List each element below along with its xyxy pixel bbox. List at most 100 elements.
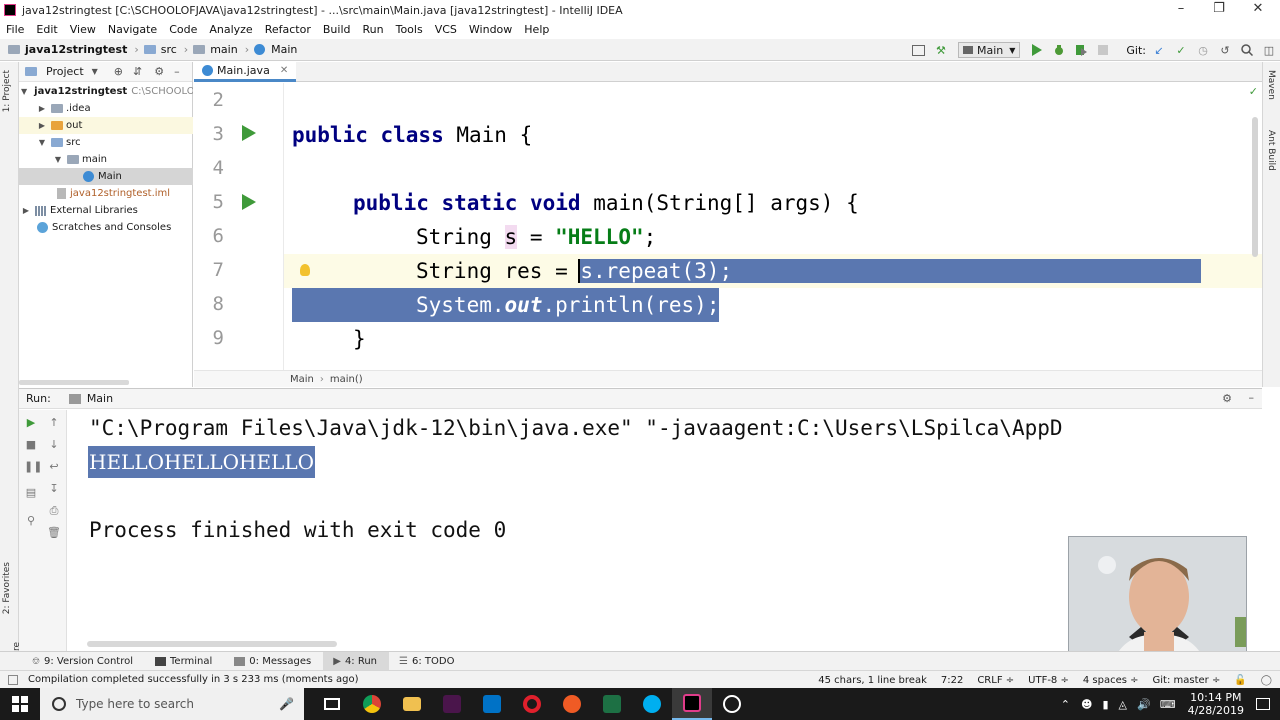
taskbar-opera[interactable] xyxy=(512,688,552,720)
scroll-to-end-icon[interactable]: ↧ xyxy=(47,482,61,496)
chevron-right-icon[interactable]: ▶ xyxy=(21,206,31,215)
run-main-icon[interactable] xyxy=(242,194,256,210)
status-indent[interactable]: 4 spaces ÷ xyxy=(1083,675,1139,686)
breadcrumb-method[interactable]: main() xyxy=(330,374,363,385)
pause-icon[interactable]: ❚❚ xyxy=(24,460,42,474)
menu-code[interactable]: Code xyxy=(163,23,203,36)
editor-scrollbar[interactable] xyxy=(1252,117,1258,257)
tab-ant-build[interactable]: Ant Build xyxy=(1266,130,1276,171)
taskbar-app[interactable] xyxy=(712,688,752,720)
menu-file[interactable]: File xyxy=(0,23,30,36)
menu-refactor[interactable]: Refactor xyxy=(259,23,317,36)
menu-view[interactable]: View xyxy=(64,23,102,36)
breadcrumb-main[interactable]: main xyxy=(208,43,239,56)
lightbulb-icon[interactable] xyxy=(300,264,310,276)
taskbar-intellij[interactable] xyxy=(672,688,712,720)
run-icon[interactable] xyxy=(1029,42,1045,58)
breadcrumb-main-class[interactable]: Main xyxy=(269,43,299,56)
coverage-icon[interactable] xyxy=(1073,42,1089,58)
chevron-down-icon[interactable]: ▼ xyxy=(37,138,47,147)
tree-item-out[interactable]: ▶ out xyxy=(19,117,193,134)
tab-version-control[interactable]: ⎊ 9: Version Control xyxy=(22,652,145,671)
restore-layout-icon[interactable]: ▤ xyxy=(24,486,38,500)
menu-run[interactable]: Run xyxy=(357,23,390,36)
trash-icon[interactable]: 🗑 xyxy=(47,526,61,540)
breadcrumb-class[interactable]: Main xyxy=(290,374,314,385)
taskbar-clock[interactable]: 10:14 PM 4/28/2019 xyxy=(1188,691,1244,717)
code-editor[interactable]: 2 3 4 5 6 7 8 9 public class Main { publ… xyxy=(194,83,1262,370)
hide-icon[interactable]: – xyxy=(174,65,180,78)
tree-item-external-libraries[interactable]: ▶ External Libraries xyxy=(19,202,193,219)
menu-tools[interactable]: Tools xyxy=(390,23,429,36)
chevron-down-icon[interactable]: ▼ xyxy=(92,67,98,76)
tree-item-main-class[interactable]: Main xyxy=(19,168,193,185)
taskbar-slack[interactable] xyxy=(432,688,472,720)
tree-item-scratches[interactable]: Scratches and Consoles xyxy=(19,219,193,236)
taskbar-postman[interactable] xyxy=(552,688,592,720)
inspector-icon[interactable]: ◯ xyxy=(1261,675,1272,686)
taskbar-skype[interactable] xyxy=(632,688,672,720)
tab-project[interactable]: 1: Project xyxy=(2,70,12,112)
status-git-branch[interactable]: Git: master ÷ xyxy=(1153,675,1221,686)
locate-icon[interactable]: ⊕ xyxy=(114,65,123,78)
down-arrow-icon[interactable]: ↓ xyxy=(47,438,61,452)
debug-icon[interactable] xyxy=(1051,42,1067,58)
tab-main-java[interactable]: Main.java ✕ xyxy=(194,62,297,82)
chevron-right-icon[interactable]: ▶ xyxy=(37,104,47,113)
tab-todo[interactable]: ☰ 6: TODO xyxy=(389,652,466,671)
battery-icon[interactable]: ▮ xyxy=(1102,698,1108,711)
collapse-all-icon[interactable]: ⇵ xyxy=(133,65,142,78)
people-icon[interactable]: ☻ xyxy=(1081,698,1092,711)
status-cursor-position[interactable]: 7:22 xyxy=(941,675,963,686)
gear-icon[interactable]: ⚙ xyxy=(154,65,164,78)
status-message[interactable]: Compilation completed successfully in 3 … xyxy=(28,674,359,685)
menu-edit[interactable]: Edit xyxy=(30,23,63,36)
menu-build[interactable]: Build xyxy=(317,23,357,36)
expand-icon[interactable]: ◫ xyxy=(1261,42,1277,58)
tool-window-icon[interactable] xyxy=(8,674,18,685)
menu-navigate[interactable]: Navigate xyxy=(102,23,163,36)
notifications-icon[interactable] xyxy=(1256,698,1270,710)
minimize-button[interactable]: – xyxy=(1162,0,1200,20)
project-scrollbar[interactable] xyxy=(19,380,129,385)
git-commit-icon[interactable]: ✓ xyxy=(1173,42,1189,58)
volume-icon[interactable]: 🔊 xyxy=(1137,698,1151,711)
task-view-button[interactable] xyxy=(312,688,352,720)
tree-item-project-root[interactable]: ▼ java12stringtest C:\SCHOOLOFJAVA xyxy=(19,83,193,100)
tree-item-iml[interactable]: java12stringtest.iml xyxy=(19,185,193,202)
run-config-select[interactable]: Main ▼ xyxy=(957,42,1021,58)
chevron-right-icon[interactable]: ▶ xyxy=(37,121,47,130)
status-line-separator[interactable]: CRLF ÷ xyxy=(977,675,1014,686)
maximize-button[interactable]: ❐ xyxy=(1200,0,1238,20)
chevron-down-icon[interactable]: ▼ xyxy=(21,87,27,96)
language-icon[interactable]: ⌨ xyxy=(1160,698,1176,711)
tab-favorites[interactable]: 2: Favorites xyxy=(2,562,12,614)
windows-start-button[interactable] xyxy=(0,688,40,720)
tree-item-idea[interactable]: ▶ .idea xyxy=(19,100,193,117)
chevron-up-icon[interactable]: ⌃ xyxy=(1061,698,1070,711)
project-view-select[interactable]: Project xyxy=(46,65,84,78)
lock-icon[interactable]: 🔓 xyxy=(1234,675,1246,686)
chevron-down-icon[interactable]: ▼ xyxy=(53,155,63,164)
gear-icon[interactable]: ⚙ xyxy=(1222,392,1232,405)
git-update-icon[interactable]: ↙ xyxy=(1151,42,1167,58)
breadcrumb-project[interactable]: java12stringtest xyxy=(23,43,129,56)
soft-wrap-icon[interactable]: ↩ xyxy=(47,460,61,474)
tab-terminal[interactable]: Terminal xyxy=(145,652,224,671)
pin-icon[interactable]: ⚲ xyxy=(24,514,38,528)
search-icon[interactable] xyxy=(1239,42,1255,58)
tree-item-src[interactable]: ▼ src xyxy=(19,134,193,151)
print-icon[interactable]: ⎙ xyxy=(47,504,61,518)
close-button[interactable]: ✕ xyxy=(1239,0,1277,20)
hide-icon[interactable]: – xyxy=(1249,391,1255,404)
status-encoding[interactable]: UTF-8 ÷ xyxy=(1028,675,1069,686)
rerun-icon[interactable]: ▶ xyxy=(24,416,38,430)
menu-analyze[interactable]: Analyze xyxy=(203,23,258,36)
taskbar-search[interactable]: Type here to search 🎤 xyxy=(40,688,304,720)
run-tab-main[interactable]: Main xyxy=(87,392,113,405)
breadcrumb-src[interactable]: src xyxy=(159,43,179,56)
stop-icon[interactable]: ■ xyxy=(24,438,38,452)
menu-window[interactable]: Window xyxy=(463,23,518,36)
taskbar-explorer[interactable] xyxy=(392,688,432,720)
inspection-ok-icon[interactable]: ✓ xyxy=(1249,85,1258,98)
